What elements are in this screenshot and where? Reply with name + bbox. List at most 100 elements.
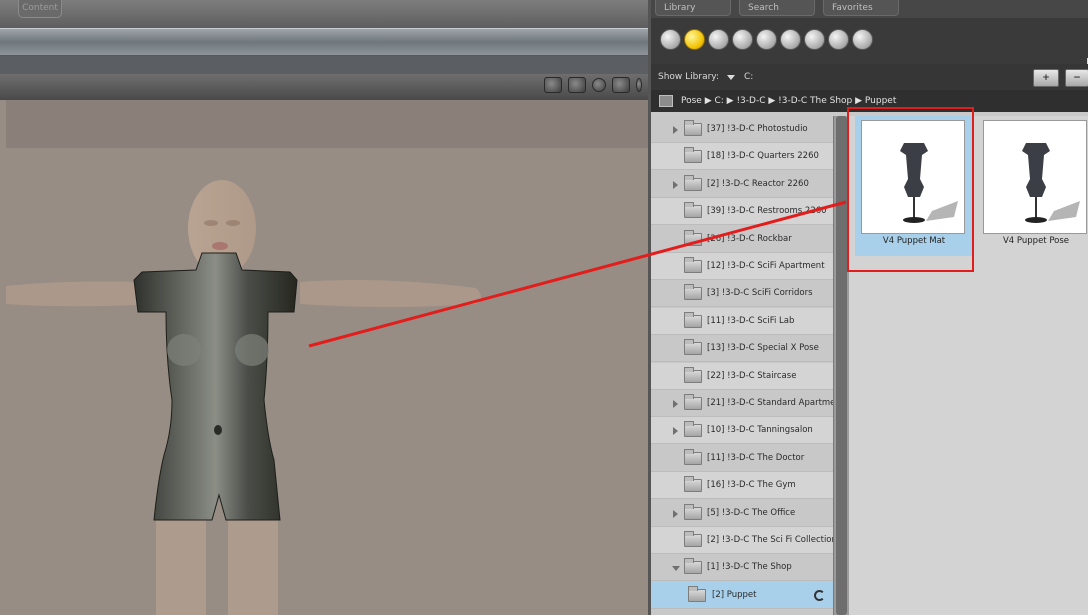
folder-icon xyxy=(684,366,702,383)
folder-label: [11] !3-D-C SciFi Lab xyxy=(707,315,795,326)
annotation-highlight-box xyxy=(847,107,974,272)
folder-label: [10] !3-D-C Tanningsalon xyxy=(707,425,813,436)
folder-icon xyxy=(684,174,702,191)
tab-favorites[interactable]: Favorites xyxy=(823,0,899,16)
folder-row[interactable]: [1] !3-D-C The Shop xyxy=(651,554,833,582)
folder-icon xyxy=(684,339,702,356)
collapse-triangle-icon[interactable] xyxy=(672,566,680,572)
folder-icon xyxy=(688,585,706,602)
folder-row[interactable]: [11] !3-D-C SciFi Lab xyxy=(651,307,833,335)
folder-row[interactable]: [13] !3-D-C Special X Pose xyxy=(651,335,833,363)
folder-icon xyxy=(684,229,702,246)
pose-icon[interactable] xyxy=(684,29,705,50)
camera-icon[interactable] xyxy=(544,77,562,93)
folder-row[interactable]: [2] !3-D-C The Sci Fi Collection xyxy=(651,527,833,554)
folder-icon xyxy=(684,120,702,136)
tab-content[interactable]: Content xyxy=(18,0,62,18)
viewport-panel: Content xyxy=(0,0,648,615)
folder-icon xyxy=(684,421,702,438)
folder-icon xyxy=(684,503,702,520)
scrollbar-thumb[interactable] xyxy=(836,116,847,615)
folder-label: [16] !3-D-C The Gym xyxy=(707,480,796,491)
folder-icon xyxy=(684,476,702,493)
folder-label: [12] !3-D-C SciFi Apartment xyxy=(707,261,825,271)
show-library-bar: Show Library: C: xyxy=(651,64,1088,90)
expand-triangle-icon[interactable] xyxy=(673,180,678,189)
hair-icon[interactable] xyxy=(756,29,777,50)
folder-row[interactable]: [11] !3-D-C The Doctor xyxy=(651,445,833,472)
thumbnail-item[interactable]: V4 Puppet Pose xyxy=(977,116,1088,256)
move-xy-icon[interactable] xyxy=(612,77,630,93)
folder-icon xyxy=(684,558,702,575)
materials-icon[interactable] xyxy=(852,29,873,50)
folder-label: [21] !3-D-C Standard Apartment xyxy=(707,398,833,408)
refresh-icon[interactable] xyxy=(814,589,825,601)
viewport-header-bar xyxy=(0,28,648,56)
folder-label: [26] !3-D-C Rockbar xyxy=(707,233,792,244)
cameras-icon[interactable] xyxy=(828,29,849,50)
folder-row[interactable]: [2] !3-D-C Reactor 2260 xyxy=(651,171,833,198)
props-icon[interactable] xyxy=(780,29,801,50)
folder-icon xyxy=(684,394,702,410)
folder-icon xyxy=(684,448,702,465)
flyaround-icon[interactable] xyxy=(568,77,586,93)
folder-list: [37] !3-D-C Photostudio [18] !3-D-C Quart… xyxy=(651,116,833,615)
scale-icon[interactable] xyxy=(636,78,642,92)
folder-row[interactable]: [18] !3-D-C Quarters 2260 xyxy=(651,143,833,171)
puppet-mannequin-icon xyxy=(983,120,1087,234)
tab-search[interactable]: Search xyxy=(739,0,815,16)
camera-controls xyxy=(544,77,642,93)
figure-icon[interactable] xyxy=(660,29,681,50)
folder-row[interactable]: [21] !3-D-C Standard Apartment xyxy=(651,390,833,417)
folder-row[interactable]: [12] !3-D-C SciFi Apartment xyxy=(651,253,833,280)
expand-triangle-icon[interactable] xyxy=(673,126,678,134)
library-drive-select[interactable]: C: xyxy=(744,64,753,90)
folder-row[interactable]: [37] !3-D-C Photostudio xyxy=(651,116,833,143)
folder-row[interactable]: [10] !3-D-C Tanningsalon xyxy=(651,417,833,445)
expand-triangle-icon[interactable] xyxy=(673,400,678,408)
folder-label: [22] !3-D-C Staircase xyxy=(707,370,797,381)
folder-icon xyxy=(684,531,702,547)
folder-label: [11] !3-D-C The Doctor xyxy=(707,452,805,463)
viewport-divider xyxy=(0,56,648,74)
folder-label: [37] !3-D-C Photostudio xyxy=(707,124,808,134)
remove-from-library-button[interactable]: − xyxy=(1065,69,1088,87)
hand-icon[interactable] xyxy=(732,29,753,50)
viewport-tab-bar: Content xyxy=(0,0,648,28)
folder-row[interactable]: [16] !3-D-C The Gym xyxy=(651,472,833,500)
folder-label: [2] !3-D-C Reactor 2260 xyxy=(707,178,809,189)
expand-triangle-icon[interactable] xyxy=(673,427,678,436)
folder-label: [2] !3-D-C The Sci Fi Collection xyxy=(707,535,833,545)
tab-library[interactable]: Library xyxy=(655,0,731,16)
face-icon[interactable] xyxy=(708,29,729,50)
category-bar xyxy=(651,18,1088,66)
folder-row[interactable]: [22] !3-D-C Staircase xyxy=(651,362,833,390)
folder-icon xyxy=(684,147,702,164)
folder-label: [18] !3-D-C Quarters 2260 xyxy=(707,151,819,162)
folder-row[interactable]: [2] Puppet xyxy=(651,581,833,609)
expand-triangle-icon[interactable] xyxy=(673,509,678,518)
folder-label: [2] Puppet xyxy=(712,589,757,600)
folder-label: [1] !3-D-C The Shop xyxy=(707,562,792,573)
folder-up-icon[interactable] xyxy=(659,95,673,107)
folder-row[interactable]: [3] !3-D-C SciFi Corridors xyxy=(651,280,833,308)
folder-icon xyxy=(684,284,702,301)
folder-label: [5] !3-D-C The Office xyxy=(707,507,796,518)
thumbnail-label: V4 Puppet Pose xyxy=(1002,236,1070,246)
rotate-trackball-icon[interactable] xyxy=(592,78,606,92)
lights-icon[interactable] xyxy=(804,29,825,50)
folder-icon xyxy=(684,202,702,219)
library-panel: Library Search Favorites Show Library: C… xyxy=(648,0,1088,615)
library-tabs: Library Search Favorites xyxy=(651,0,1088,18)
show-library-label: Show Library: xyxy=(658,72,719,82)
add-to-library-button[interactable]: + xyxy=(1033,69,1059,87)
folder-icon xyxy=(684,257,702,273)
folder-row[interactable]: [26] !3-D-C Rockbar xyxy=(651,226,833,253)
folder-row[interactable]: [5] !3-D-C The Office xyxy=(651,500,833,527)
folder-label: [39] !3-D-C Restrooms 2260 xyxy=(707,206,827,217)
puppet-figure[interactable] xyxy=(6,100,648,615)
folder-row[interactable]: [39] !3-D-C Restrooms 2260 xyxy=(651,198,833,226)
folder-icon xyxy=(684,311,702,328)
chevron-down-icon[interactable] xyxy=(727,75,735,80)
folder-label: [13] !3-D-C Special X Pose xyxy=(707,343,819,354)
